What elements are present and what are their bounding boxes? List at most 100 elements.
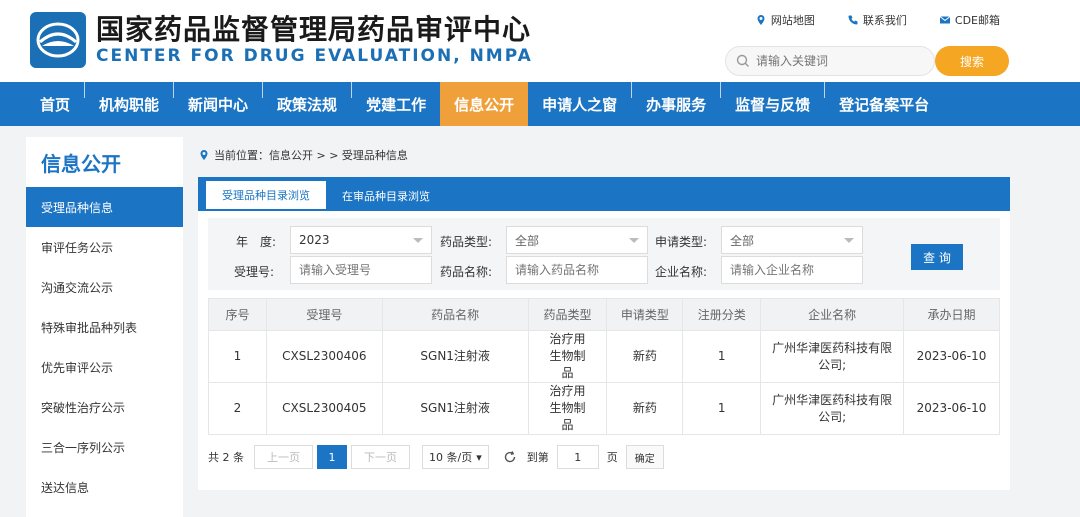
sidebar-item-communication[interactable]: 沟通交流公示	[26, 267, 183, 307]
accept-no-field[interactable]	[290, 256, 432, 284]
mail-icon	[939, 16, 951, 24]
cell-index: 2	[208, 382, 267, 435]
sidebar-item-delivery[interactable]: 送达信息	[26, 467, 183, 507]
drug-type-label: 药品类型:	[440, 235, 493, 249]
sidebar-item-accepted[interactable]: 受理品种信息	[26, 187, 183, 227]
cell-accept-no[interactable]: CXSL2300406	[265, 330, 383, 383]
refresh-icon[interactable]	[503, 450, 517, 464]
page-size-select[interactable]: 10 条/页 ▾	[422, 445, 489, 469]
goto-page-input[interactable]: 1	[556, 445, 599, 469]
col-header-drug-type: 药品类型	[527, 298, 608, 331]
cell-date: 2023-06-10	[903, 382, 1000, 435]
cell-accept-no[interactable]: CXSL2300405	[265, 382, 383, 435]
nav-services[interactable]: 办事服务	[632, 82, 720, 126]
page-size-value: 10 条/页	[429, 451, 473, 464]
contact-link[interactable]: 联系我们	[847, 12, 907, 28]
breadcrumb-text: 当前位置：信息公开 > > 受理品种信息	[214, 149, 408, 162]
nav-home-label: 首页	[40, 95, 71, 114]
drug-name-field[interactable]	[506, 256, 648, 284]
nav-functions-label: 机构职能	[99, 95, 160, 114]
drug-name-label: 药品名称:	[440, 265, 493, 279]
col-header-company: 企业名称	[760, 298, 905, 331]
main-nav: 首页 机构职能 新闻中心 政策法规 党建工作 信息公开 申请人之窗 办事服务 监…	[0, 82, 1080, 126]
sidebar-item-priority-review[interactable]: 优先审评公示	[26, 347, 183, 387]
nav-info-public[interactable]: 信息公开	[440, 82, 529, 126]
nav-functions[interactable]: 机构职能	[85, 82, 173, 126]
email-label: CDE邮箱	[954, 14, 1000, 27]
year-value: 2023	[299, 233, 330, 247]
pagination: 共 2 条 上一页 1 下一页 10 条/页 ▾ 到第 1 页 确定	[208, 445, 664, 469]
nav-registration[interactable]: 登记备案平台	[825, 82, 943, 126]
sidebar-title: 信息公开	[41, 151, 121, 176]
tab-in-review-catalog[interactable]: 在审品种目录浏览	[326, 181, 446, 211]
apply-type-label: 申请类型:	[655, 235, 708, 249]
cell-drug-name: SGN1注射液	[381, 382, 529, 435]
sidebar-item-three-in-one[interactable]: 三合一序列公示	[26, 427, 183, 467]
company-field[interactable]	[721, 256, 863, 284]
sidebar: 信息公开 受理品种信息 审评任务公示 沟通交流公示 特殊审批品种列表 优先审评公…	[26, 137, 183, 517]
location-pin-icon	[757, 15, 765, 25]
search-icon	[736, 54, 749, 67]
sitemap-link[interactable]: 网站地图	[755, 12, 815, 28]
page-unit-label: 页	[606, 451, 618, 464]
site-header: 国家药品监督管理局药品审评中心 CENTER FOR DRUG EVALUATI…	[0, 0, 1080, 82]
col-header-apply-type: 申请类型	[606, 298, 684, 331]
nav-news-label: 新闻中心	[188, 95, 249, 114]
sidebar-item-special-approval[interactable]: 特殊审批品种列表	[26, 307, 183, 347]
cell-drug-type: 治疗用生物制品	[527, 330, 608, 383]
query-button[interactable]: 查 询	[911, 244, 963, 270]
drug-type-value: 全部	[515, 233, 540, 248]
apply-type-select[interactable]: 全部	[721, 226, 863, 254]
cell-index: 1	[208, 330, 267, 383]
goto-confirm-button[interactable]: 确定	[625, 445, 664, 469]
email-link[interactable]: CDE邮箱	[939, 12, 1000, 28]
chevron-down-icon	[844, 238, 854, 243]
col-header-date: 承办日期	[903, 298, 1000, 331]
accept-no-input[interactable]	[299, 263, 431, 277]
nav-applicant[interactable]: 申请人之窗	[528, 82, 631, 126]
cell-company: 广州华津医药科技有限公司;	[760, 330, 905, 383]
table-row: 1 CXSL2300406 SGN1注射液 治疗用生物制品 新药 1 广州华津医…	[208, 330, 1000, 383]
contact-label: 联系我们	[862, 14, 907, 27]
tab-accepted-catalog[interactable]: 受理品种目录浏览	[206, 181, 326, 211]
company-text: 广州华津医药科技有限公司;	[772, 340, 893, 372]
search-input[interactable]	[756, 54, 916, 68]
nav-feedback-label: 监督与反馈	[735, 95, 811, 114]
cell-company: 广州华津医药科技有限公司;	[760, 382, 905, 435]
nav-policy-label: 政策法规	[277, 95, 338, 114]
nav-services-label: 办事服务	[646, 95, 707, 114]
results-table: 序号 受理号 药品名称 药品类型 申请类型 注册分类 企业名称 承办日期 1 C…	[208, 298, 1000, 435]
sitemap-label: 网站地图	[770, 14, 815, 27]
company-input[interactable]	[730, 263, 862, 277]
col-header-accept-no: 受理号	[265, 298, 383, 331]
cell-reg-class: 1	[682, 330, 762, 383]
drug-type-select[interactable]: 全部	[506, 226, 648, 254]
table-row: 2 CXSL2300405 SGN1注射液 治疗用生物制品 新药 1 广州华津医…	[208, 382, 1000, 435]
nav-party[interactable]: 党建工作	[352, 82, 440, 126]
total-count: 共 2 条	[208, 451, 244, 464]
next-page-button[interactable]: 下一页	[351, 445, 410, 469]
cell-apply-type: 新药	[606, 330, 684, 383]
cell-drug-name: SGN1注射液	[381, 330, 529, 383]
sidebar-item-breakthrough[interactable]: 突破性治疗公示	[26, 387, 183, 427]
nav-feedback[interactable]: 监督与反馈	[721, 82, 824, 126]
year-select[interactable]: 2023	[290, 226, 432, 254]
nav-news[interactable]: 新闻中心	[174, 82, 262, 126]
chevron-down-icon	[629, 238, 639, 243]
prev-page-button[interactable]: 上一页	[254, 445, 313, 469]
site-title-en: CENTER FOR DRUG EVALUATION, NMPA	[96, 46, 533, 66]
page-number-current[interactable]: 1	[317, 445, 347, 469]
nav-home[interactable]: 首页	[26, 82, 84, 126]
cde-logo[interactable]	[30, 12, 86, 68]
sidebar-item-review-tasks[interactable]: 审评任务公示	[26, 227, 183, 267]
drug-name-input[interactable]	[515, 263, 647, 277]
nav-policy[interactable]: 政策法规	[263, 82, 351, 126]
col-header-drug-name: 药品名称	[381, 298, 529, 331]
nav-registration-label: 登记备案平台	[839, 95, 930, 114]
drug-type-text: 治疗用生物制品	[549, 332, 586, 380]
tab-bar: 受理品种目录浏览 在审品种目录浏览	[198, 177, 1010, 211]
chevron-down-icon	[413, 238, 423, 243]
cell-apply-type: 新药	[606, 382, 684, 435]
location-pin-icon	[200, 150, 208, 160]
search-button[interactable]: 搜索	[935, 46, 1009, 76]
